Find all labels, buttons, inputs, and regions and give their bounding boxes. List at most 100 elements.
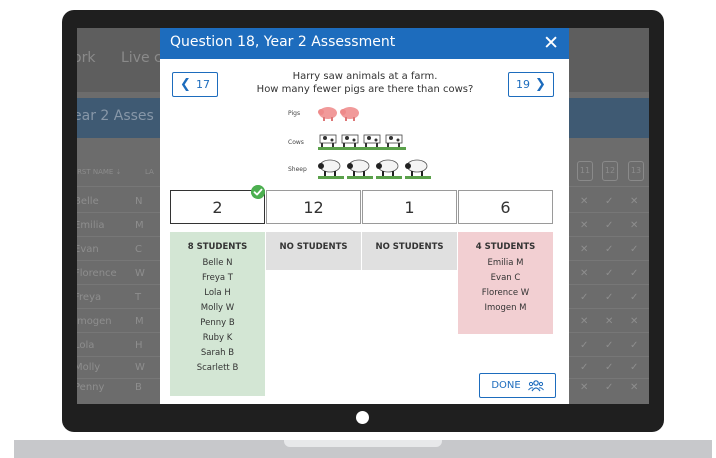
students-empty-panel: NO STUDENTS	[362, 232, 457, 270]
bg-row-name: Lola	[77, 340, 95, 351]
check-icon: ✓	[605, 268, 614, 279]
modal-header: Question 18, Year 2 Assessment ✕	[160, 28, 569, 59]
laptop-notch	[284, 440, 442, 447]
close-icon[interactable]: ✕	[543, 31, 559, 55]
bg-row-initial: W	[135, 268, 145, 279]
cows-pictogram	[318, 134, 406, 150]
group-icon	[527, 379, 544, 391]
student-name: Imogen M	[484, 303, 527, 313]
next-question-button[interactable]: 19 ❯	[508, 72, 554, 97]
bg-row-name: Evan	[77, 244, 99, 255]
cross-icon: ✕	[630, 316, 639, 327]
check-icon: ✓	[605, 362, 614, 373]
cross-icon: ✕	[580, 196, 589, 207]
bg-row-name: Emilia	[77, 220, 105, 231]
check-icon: ✓	[630, 292, 639, 303]
students-correct-panel: 8 STUDENTS Belle N Freya T Lola H Molly …	[170, 232, 265, 396]
student-name: Belle N	[202, 258, 233, 268]
bg-question-13: 13	[628, 161, 644, 181]
student-name: Sarah B	[200, 348, 235, 358]
check-icon: ✓	[630, 362, 639, 373]
bg-row-initial: B	[135, 382, 142, 393]
next-question-number: 19	[516, 78, 531, 91]
bg-row-name: Penny	[77, 382, 105, 393]
panel-heading: NO STUDENTS	[375, 242, 444, 252]
bg-question-11: 11	[577, 161, 593, 181]
student-name: Evan C	[490, 273, 521, 283]
bg-column-header-2: LA	[145, 168, 154, 176]
bg-tab-work: ork	[77, 50, 96, 66]
check-icon: ✓	[605, 292, 614, 303]
student-name: Freya T	[202, 273, 233, 283]
cows-label: Cows	[288, 139, 304, 146]
question-line-1: Harry saw animals at a farm.	[292, 71, 438, 82]
sheep-pictogram	[318, 159, 431, 179]
pig-icon	[318, 107, 337, 121]
student-name: Molly W	[200, 303, 235, 313]
modal-title: Question 18, Year 2 Assessment	[170, 34, 396, 50]
student-name: Lola H	[204, 288, 231, 298]
student-name: Penny B	[200, 318, 235, 328]
done-label: DONE	[491, 380, 521, 391]
panel-heading: 8 STUDENTS	[187, 242, 248, 252]
bg-row-name: Florence	[77, 268, 117, 279]
check-icon: ✓	[605, 382, 614, 393]
previous-question-number: 17	[195, 78, 210, 91]
sheep-icon	[318, 159, 344, 179]
bg-row-initial: C	[135, 244, 142, 255]
answer-option[interactable]: 1	[362, 190, 457, 224]
check-icon	[251, 185, 265, 199]
bg-tab-live: Live c	[121, 50, 162, 66]
cross-icon: ✕	[580, 244, 589, 255]
bg-row-initial: W	[135, 362, 145, 373]
cow-icon	[318, 134, 340, 150]
sheep-icon	[405, 159, 431, 179]
panel-heading: 4 STUDENTS	[475, 242, 536, 252]
pig-icon	[340, 107, 359, 121]
check-icon: ✓	[630, 340, 639, 351]
panel-heading: NO STUDENTS	[279, 242, 348, 252]
cow-icon	[362, 134, 384, 150]
question-modal: Question 18, Year 2 Assessment ✕ ❮ 17 19…	[160, 28, 569, 404]
bg-row-name: Freya	[77, 292, 102, 303]
student-name: Emilia M	[487, 258, 524, 268]
cross-icon: ✕	[580, 268, 589, 279]
students-empty-panel: NO STUDENTS	[266, 232, 361, 270]
cross-icon: ✕	[605, 316, 614, 327]
bg-question-12: 12	[602, 161, 618, 181]
answer-option[interactable]: 6	[458, 190, 553, 224]
bg-row-initial: M	[135, 316, 144, 327]
check-icon: ✓	[580, 362, 589, 373]
sheep-icon	[376, 159, 402, 179]
sheep-label: Sheep	[288, 166, 307, 173]
cross-icon: ✕	[580, 382, 589, 393]
question-line-2: How many fewer pigs are there than cows?	[256, 84, 474, 95]
cow-icon	[384, 134, 406, 150]
answer-option[interactable]: 12	[266, 190, 361, 224]
done-button[interactable]: DONE	[479, 373, 556, 398]
cow-icon	[340, 134, 362, 150]
pigs-pictogram	[318, 107, 359, 121]
check-icon: ✓	[605, 244, 614, 255]
check-icon: ✓	[580, 292, 589, 303]
bg-row-name: Belle	[77, 196, 99, 207]
question-text: Harry saw animals at a farm. How many fe…	[240, 70, 490, 96]
bg-row-initial: M	[135, 220, 144, 231]
sheep-icon	[347, 159, 373, 179]
bg-row-initial: N	[135, 196, 143, 207]
check-icon: ✓	[605, 340, 614, 351]
chevron-left-icon: ❮	[180, 77, 191, 92]
check-icon: ✓	[630, 244, 639, 255]
students-incorrect-panel: 4 STUDENTS Emilia M Evan C Florence W Im…	[458, 232, 553, 334]
student-name: Ruby K	[202, 333, 233, 343]
cross-icon: ✕	[580, 316, 589, 327]
previous-question-button[interactable]: ❮ 17	[172, 72, 218, 97]
check-icon: ✓	[605, 220, 614, 231]
bg-row-name: Molly	[77, 362, 101, 373]
bg-column-header: IRST NAME ⇣	[77, 168, 122, 176]
webcam	[356, 411, 369, 424]
check-icon: ✓	[630, 268, 639, 279]
check-icon: ✓	[580, 340, 589, 351]
bg-row-name: Imogen	[77, 316, 112, 327]
pigs-label: Pigs	[288, 110, 301, 117]
